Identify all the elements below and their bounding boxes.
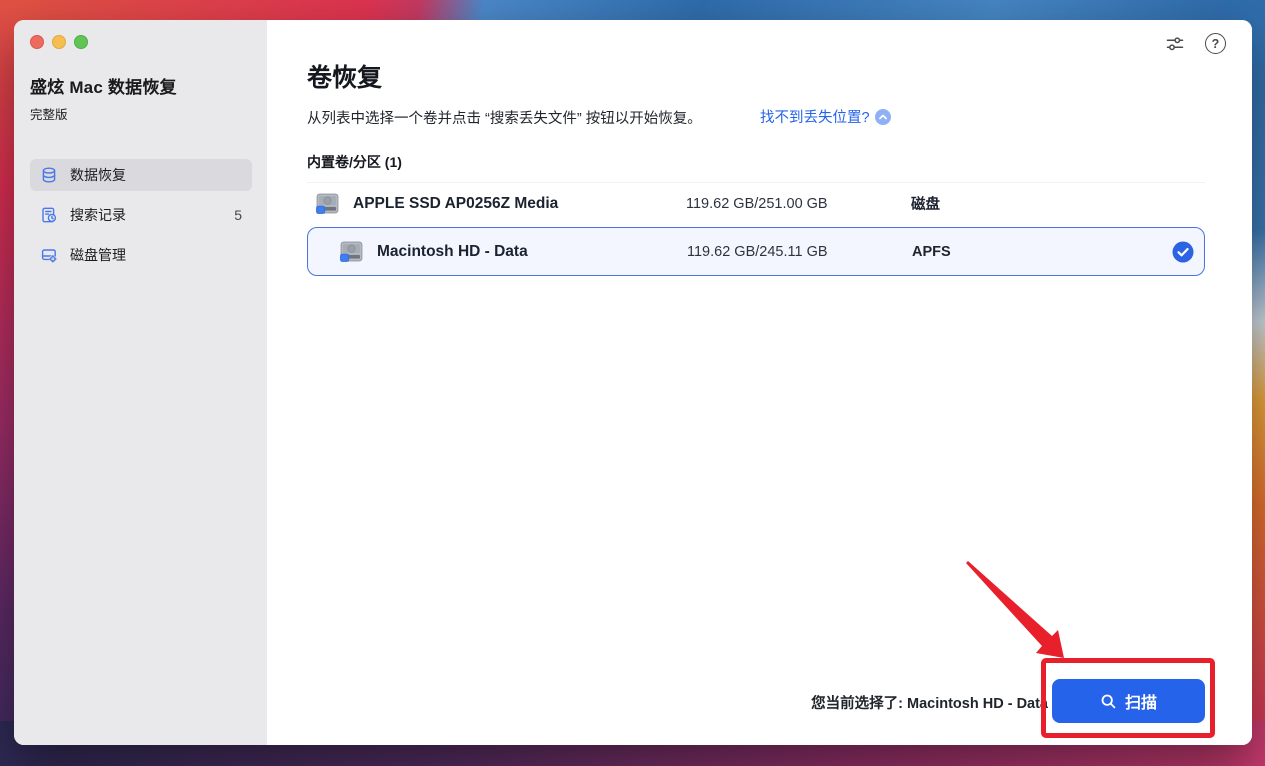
app-edition: 完整版: [30, 104, 252, 123]
description-row: 从列表中选择一个卷并点击 “搜索丢失文件” 按钮以开始恢复。 找不到丢失位置?: [307, 107, 1205, 125]
scan-button-label: 扫描: [1125, 689, 1157, 713]
sidebar-item-label: 数据恢复: [70, 165, 126, 185]
window-toolbar: ?: [1165, 33, 1226, 54]
minimize-button[interactable]: [52, 35, 66, 49]
volume-capacity: 119.62 GB/251.00 GB: [686, 196, 911, 212]
content: 卷恢复 从列表中选择一个卷并点击 “搜索丢失文件” 按钮以开始恢复。 找不到丢失…: [267, 20, 1252, 276]
history-count-badge: 5: [234, 207, 242, 223]
current-selection-label: 您当前选择了: Macintosh HD - Data: [811, 692, 1048, 713]
scan-button[interactable]: 扫描: [1052, 679, 1205, 723]
chevron-up-icon: [875, 109, 891, 125]
search-icon: [1100, 693, 1117, 710]
database-icon: [40, 166, 58, 184]
help-icon[interactable]: ?: [1205, 33, 1226, 54]
volume-name-cell: APPLE SSD AP0256Z Media: [316, 193, 686, 214]
disk-manage-icon: [40, 246, 58, 264]
page-description: 从列表中选择一个卷并点击 “搜索丢失文件” 按钮以开始恢复。: [307, 111, 702, 127]
volume-row-disk[interactable]: APPLE SSD AP0256Z Media 119.62 GB/251.00…: [307, 182, 1205, 224]
internal-disk-icon: [316, 193, 339, 214]
volume-type: APFS: [912, 244, 1204, 260]
volume-row-macintosh-hd-data[interactable]: Macintosh HD - Data 119.62 GB/245.11 GB …: [307, 227, 1205, 276]
internal-disk-icon: [340, 241, 363, 262]
sidebar: 盛炫 Mac 数据恢复 完整版 数据恢复: [14, 20, 267, 745]
volume-name: Macintosh HD - Data: [377, 243, 528, 261]
search-history-icon: [40, 206, 58, 224]
zoom-button[interactable]: [74, 35, 88, 49]
close-button[interactable]: [30, 35, 44, 49]
main-panel: ? 卷恢复 从列表中选择一个卷并点击 “搜索丢失文件” 按钮以开始恢复。 找不到…: [267, 20, 1252, 745]
page-title: 卷恢复: [307, 63, 1252, 93]
sidebar-item-data-recovery[interactable]: 数据恢复: [30, 159, 252, 191]
sidebar-nav: 数据恢复 搜索记录 5: [30, 159, 252, 271]
volume-name: APPLE SSD AP0256Z Media: [353, 195, 558, 213]
volume-capacity: 119.62 GB/245.11 GB: [687, 244, 912, 260]
lost-location-link-label: 找不到丢失位置?: [760, 106, 870, 127]
app-window: 盛炫 Mac 数据恢复 完整版 数据恢复: [14, 20, 1252, 745]
sliders-icon[interactable]: [1165, 35, 1185, 53]
traffic-lights: [30, 36, 252, 48]
sidebar-item-search-history[interactable]: 搜索记录 5: [30, 199, 252, 231]
sidebar-item-disk-management[interactable]: 磁盘管理: [30, 239, 252, 271]
sidebar-item-label: 搜索记录: [70, 205, 126, 225]
selected-check-icon: [1172, 241, 1194, 263]
app-title: 盛炫 Mac 数据恢复: [30, 73, 252, 98]
volume-list: APPLE SSD AP0256Z Media 119.62 GB/251.00…: [307, 182, 1205, 276]
volume-section-heading: 内置卷/分区 (1): [307, 152, 1252, 172]
volume-name-cell: Macintosh HD - Data: [340, 241, 687, 262]
lost-location-link[interactable]: 找不到丢失位置?: [760, 106, 891, 127]
sidebar-item-label: 磁盘管理: [70, 245, 126, 265]
volume-type: 磁盘: [911, 193, 1205, 214]
